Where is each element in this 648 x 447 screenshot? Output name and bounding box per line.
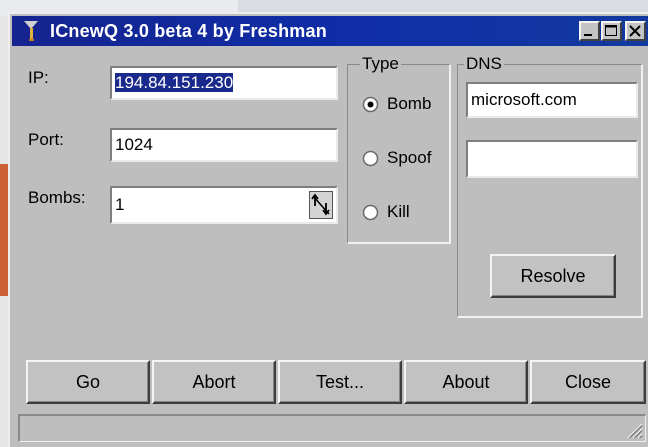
close-button[interactable]: Close	[530, 360, 646, 404]
ip-field[interactable]: 194.84.151.230	[110, 66, 338, 100]
bombs-spinner[interactable]	[309, 191, 333, 219]
about-button[interactable]: About	[404, 360, 528, 404]
screenshot: ICnewQ 3.0 beta 4 by Freshman IP: 194.84…	[0, 0, 648, 447]
minimize-icon	[584, 34, 592, 36]
radio-bomb[interactable]: Bomb	[362, 94, 448, 116]
test-button[interactable]: Test...	[278, 360, 402, 404]
radio-spoof[interactable]: Spoof	[362, 148, 448, 170]
radio-spoof-label: Spoof	[387, 148, 432, 167]
title-bar[interactable]: ICnewQ 3.0 beta 4 by Freshman	[12, 16, 648, 46]
resolve-button[interactable]: Resolve	[490, 254, 616, 298]
dns-result-field[interactable]	[466, 140, 638, 178]
ip-label: IP:	[28, 68, 49, 87]
resize-grip-icon[interactable]	[623, 419, 643, 439]
type-group-title: Type	[360, 54, 401, 74]
spin-arrows-icon	[311, 193, 330, 216]
radio-selected-icon	[362, 96, 379, 113]
window-title: ICnewQ 3.0 beta 4 by Freshman	[50, 21, 327, 41]
radio-kill[interactable]: Kill	[362, 202, 448, 224]
app-icon	[24, 21, 38, 41]
radio-bomb-label: Bomb	[387, 94, 432, 113]
close-window-button[interactable]	[625, 21, 646, 41]
go-button[interactable]: Go	[26, 360, 150, 404]
maximize-button[interactable]	[601, 21, 622, 41]
dns-group-title: DNS	[464, 54, 504, 74]
bombs-label: Bombs:	[28, 188, 86, 207]
radio-empty-icon	[362, 204, 379, 221]
minimize-button[interactable]	[579, 21, 600, 41]
abort-button[interactable]: Abort	[152, 360, 276, 404]
ip-value: 194.84.151.230	[115, 73, 234, 92]
dns-host-field[interactable]: microsoft.com	[466, 82, 638, 118]
bombs-field[interactable]: 1	[110, 186, 338, 224]
app-window: ICnewQ 3.0 beta 4 by Freshman IP: 194.84…	[8, 12, 648, 447]
port-field[interactable]: 1024	[110, 128, 338, 162]
status-bar	[18, 414, 646, 442]
bombs-value: 1	[115, 195, 125, 214]
close-icon	[629, 25, 641, 37]
maximize-icon	[605, 25, 617, 36]
radio-empty-icon	[362, 150, 379, 167]
port-label: Port:	[28, 130, 64, 149]
radio-kill-label: Kill	[387, 202, 410, 221]
